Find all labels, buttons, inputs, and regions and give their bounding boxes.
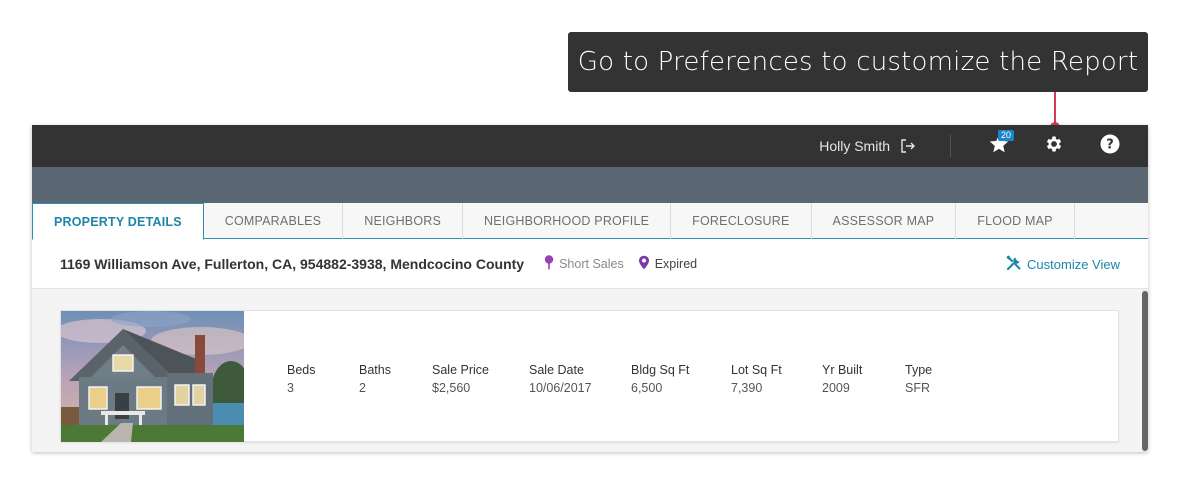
tab-foreclosure[interactable]: FORECLOSURE [671, 203, 812, 239]
status-expired-label: Expired [654, 256, 698, 271]
tools-icon [1006, 254, 1027, 274]
favorites-button[interactable]: 20 [984, 125, 1015, 167]
property-stats: Beds 3 Baths 2 Sale Price $2,560 Sale Da… [287, 361, 965, 397]
topbar-divider [950, 135, 951, 157]
svg-text:?: ? [1106, 137, 1114, 152]
user-name: Holly Smith [819, 138, 890, 154]
user-menu[interactable]: Holly Smith [819, 125, 916, 167]
pin-icon [544, 254, 559, 273]
stat-value: SFR [905, 381, 930, 395]
stat-type: Type SFR [905, 361, 965, 397]
favorites-count-badge: 20 [998, 130, 1015, 141]
tab-neighbors[interactable]: NEIGHBORS [343, 203, 464, 239]
status-short-sales: Short Sales [544, 254, 624, 273]
stat-label: Yr Built [822, 363, 863, 377]
help-button[interactable]: ? [1098, 125, 1122, 167]
stat-sale-price: Sale Price $2,560 [432, 361, 529, 397]
preferences-button[interactable] [1042, 125, 1066, 167]
property-photo [61, 311, 244, 442]
stat-value: 6,500 [631, 381, 663, 395]
help-icon: ? [1100, 134, 1120, 159]
top-bar: Holly Smith 20 ? [32, 125, 1148, 167]
stat-label: Bldg Sq Ft [631, 363, 690, 377]
content-area: Beds 3 Baths 2 Sale Price $2,560 Sale Da… [32, 289, 1148, 452]
preferences-tooltip: Go to Preferences to customize the Repor… [568, 32, 1148, 92]
app-window: Holly Smith 20 ? PROPERTY DETAILS COMPAR… [32, 125, 1148, 452]
tab-property-details[interactable]: PROPERTY DETAILS [32, 203, 204, 240]
customize-view-label: Customize View [1027, 256, 1120, 272]
stat-value: $2,560 [432, 381, 471, 395]
stat-value: 3 [287, 381, 294, 395]
logout-icon[interactable] [900, 139, 916, 153]
address-row: 1169 Williamson Ave, Fullerton, CA, 9548… [32, 239, 1148, 289]
property-address: 1169 Williamson Ave, Fullerton, CA, 9548… [60, 255, 525, 272]
tab-neighborhood-profile[interactable]: NEIGHBORHOOD PROFILE [463, 203, 672, 239]
stat-value: 10/06/2017 [529, 381, 592, 395]
stat-label: Type [905, 363, 933, 377]
stat-label: Baths [359, 363, 391, 377]
property-summary-card: Beds 3 Baths 2 Sale Price $2,560 Sale Da… [60, 310, 1119, 442]
stat-value: 2 [359, 381, 366, 395]
stat-value: 7,390 [731, 381, 763, 395]
stat-label: Sale Date [529, 363, 584, 377]
stat-yr-built: Yr Built 2009 [822, 361, 905, 397]
stat-label: Lot Sq Ft [731, 363, 782, 377]
tab-comparables[interactable]: COMPARABLES [204, 203, 344, 239]
stat-sale-date: Sale Date 10/06/2017 [529, 361, 631, 397]
tabs-filler [1075, 203, 1148, 238]
map-marker-icon [638, 255, 655, 273]
status-expired: Expired [638, 255, 697, 273]
stat-bldg-sq-ft: Bldg Sq Ft 6,500 [631, 361, 731, 397]
stat-value: 2009 [822, 381, 850, 395]
stat-baths: Baths 2 [359, 361, 432, 397]
stat-beds: Beds 3 [287, 361, 359, 397]
scrollbar-thumb[interactable] [1142, 291, 1148, 451]
stat-lot-sq-ft: Lot Sq Ft 7,390 [731, 361, 822, 397]
stat-label: Sale Price [432, 363, 489, 377]
tab-flood-map[interactable]: FLOOD MAP [956, 203, 1075, 239]
tooltip-pointer-line [1054, 92, 1056, 126]
tab-assessor-map[interactable]: ASSESSOR MAP [812, 203, 957, 239]
customize-view-button[interactable]: Customize View [1006, 239, 1120, 289]
tooltip-text: Go to Preferences to customize the Repor… [577, 47, 1139, 77]
gear-icon [1044, 134, 1064, 159]
sub-header-bar [32, 167, 1148, 203]
report-tabs: PROPERTY DETAILS COMPARABLES NEIGHBORS N… [32, 203, 1148, 240]
status-short-sales-label: Short Sales [559, 256, 624, 271]
stat-label: Beds [287, 363, 316, 377]
